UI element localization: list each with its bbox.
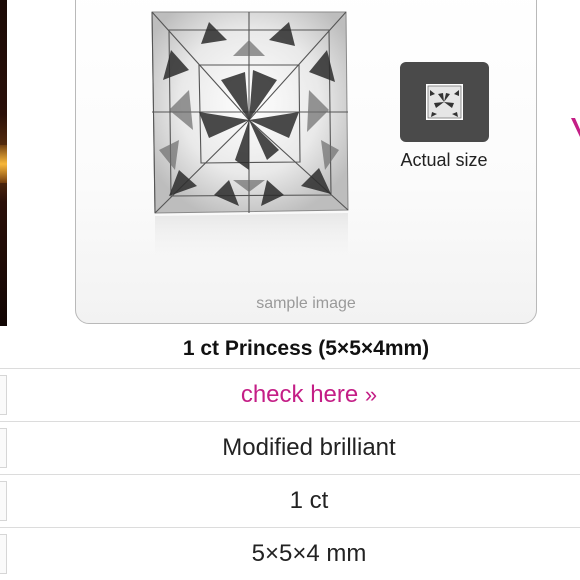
product-title: 1 ct Princess (5×5×4mm) <box>182 337 430 360</box>
next-arrow-icon[interactable] <box>571 116 580 138</box>
sample-image-label: sample image <box>256 295 356 312</box>
carat-value: 1 ct <box>289 487 329 514</box>
spec-row-dimensions: 5×5×4 mm <box>0 527 580 578</box>
actual-size-box <box>400 62 489 142</box>
check-here-link[interactable]: check here » <box>241 381 377 408</box>
diamond-thumbnail <box>426 84 463 120</box>
actual-size-label: Actual size <box>400 150 488 170</box>
background-photo-highlight <box>0 145 7 183</box>
cut-style-value: Modified brilliant <box>222 434 396 461</box>
background-photo-edge <box>0 0 7 326</box>
diamond-image <box>149 10 349 280</box>
dimensions-value: 5×5×4 mm <box>251 540 367 567</box>
spec-row-check: check here » <box>0 368 580 419</box>
spec-value: check here » <box>6 369 580 419</box>
spec-row-carat: 1 ct <box>0 474 580 525</box>
spec-row-cut: Modified brilliant <box>0 421 580 472</box>
